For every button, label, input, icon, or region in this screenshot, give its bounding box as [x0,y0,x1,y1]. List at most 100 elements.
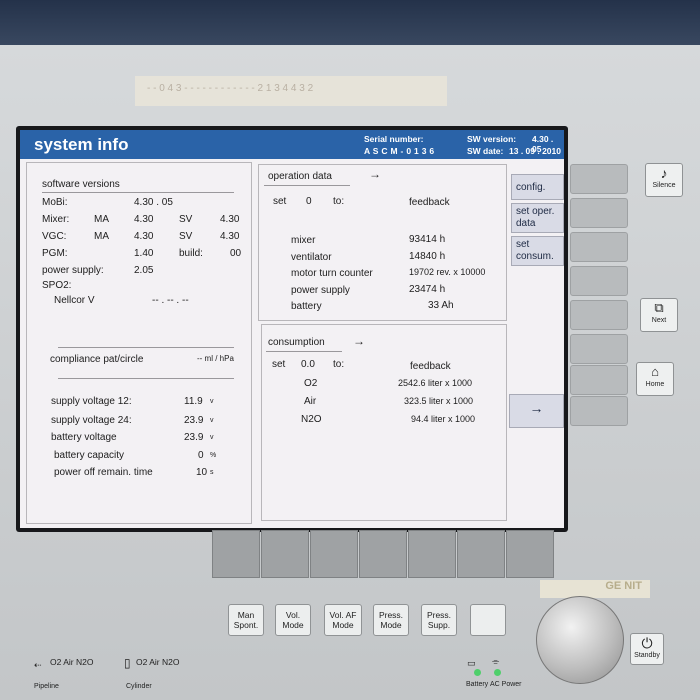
op-ventilator-value: 14840 h [409,251,446,262]
side-key-2[interactable] [570,198,628,228]
config-button[interactable]: config. [511,174,564,200]
man-spont-line1: Man [237,610,255,620]
supply-voltage-24-unit: v [210,417,214,424]
press-supp-line1: Press. [426,610,452,620]
man-spont-line2: Spont. [233,620,259,630]
power-supply-label: power supply: [42,265,104,276]
battery-icon: ▭ [467,658,476,668]
ac-power-led [494,669,501,676]
press-mode-line1: Press. [378,610,404,620]
set-consum-line2: consum. [516,251,554,262]
side-key-5[interactable] [570,300,628,330]
supply-voltage-12-unit: v [210,398,214,405]
plug-icon: ⌯ [492,656,500,666]
pipeline-gases: O2 Air N2O [50,657,94,667]
battery-capacity-value: 0 [198,450,204,461]
serial-number-label: Serial number: [364,134,424,144]
sw-date-value: 13 . 09 . 2010 [509,146,561,156]
compliance-value: -- ml / hPa [197,354,234,363]
page-title: system info [34,135,129,154]
nellcor-value: -- . -- . -- [152,295,189,306]
set-oper-data-button[interactable]: set oper. data [511,203,564,233]
mixer-ma-label: MA [94,214,109,225]
operation-arrow-icon[interactable]: → [369,167,381,181]
battery-capacity-unit: % [210,452,217,459]
serial-number-value: A S C M - 0 1 3 6 [364,146,435,156]
compliance-label: compliance pat/circle [50,354,144,365]
bottom-soft-key-5[interactable] [408,530,456,578]
divider [266,351,342,352]
pipeline-label: Pipeline [34,683,59,690]
n2o-value: 94.4 liter x 1000 [411,414,476,424]
silence-button[interactable]: ♪ Silence [645,163,683,197]
home-label: Home [645,381,665,388]
o2-value: 2542.6 liter x 1000 [398,378,473,388]
next-button[interactable]: ⧉ Next [640,298,678,332]
divider [264,185,350,186]
build-value: 00 [230,248,242,259]
set-consum-button[interactable]: set consum. [511,236,564,266]
op-motor-label: motor turn counter [291,268,373,279]
side-key-3[interactable] [570,232,628,262]
consumption-arrow-icon[interactable]: → [353,334,365,348]
bottom-soft-key-2[interactable] [261,530,309,578]
build-label: build: [179,248,203,259]
home-button[interactable]: ⌂ Home [636,362,674,396]
bottom-soft-key-7[interactable] [506,530,554,578]
vol-af-mode-line2: Mode [332,620,354,630]
side-key-1[interactable] [570,164,628,194]
bell-icon: ♪ [660,165,668,181]
consumption-set-label: set [272,359,286,370]
supply-voltage-24-value: 23.9 [184,415,204,426]
display-screen: system info Serial number: A S C M - 0 1… [20,130,564,528]
supply-voltage-24-label: supply voltage 24: [51,415,132,426]
device-top-edge [0,0,700,50]
set-oper-data-line1: set oper. [516,206,555,217]
bottom-soft-key-3[interactable] [310,530,358,578]
bottom-soft-key-1[interactable] [212,530,260,578]
man-spont-button[interactable]: Man Spont. [228,604,264,636]
side-key-4[interactable] [570,266,628,296]
next-label: Next [651,317,667,324]
pgm-value: 1.40 [134,248,154,259]
press-supp-button[interactable]: Press. Supp. [421,604,457,636]
bottom-soft-key-6[interactable] [457,530,505,578]
blank-mode-button[interactable] [470,604,506,636]
supply-voltage-12-value: 11.9 [184,396,203,407]
side-key-6[interactable] [570,334,628,364]
vgc-ma-value: 4.30 [134,231,154,242]
power-off-remain-label: power off remain. time [54,467,153,478]
operation-data-title: operation data [268,171,332,182]
side-key-8[interactable] [570,396,628,426]
power-off-remain-value: 10 [196,467,208,478]
operation-set-label: set [273,196,287,207]
consumption-feedback-label: feedback [410,361,451,372]
vgc-sv-label: SV [179,231,193,242]
battery-led [474,669,481,676]
battery-voltage-value: 23.9 [184,432,204,443]
vol-af-mode-button[interactable]: Vol. AF Mode [324,604,362,636]
vgc-ma-label: MA [94,231,109,242]
operation-set-value[interactable]: 0 [306,196,312,207]
press-mode-button[interactable]: Press. Mode [373,604,409,636]
home-icon: ⌂ [651,364,659,379]
supply-voltage-12-label: supply voltage 12: [51,396,132,407]
op-ventilator-label: ventilator [291,252,332,263]
vol-mode-button[interactable]: Vol. Mode [275,604,311,636]
consumption-title: consumption [268,337,325,348]
sw-date-label: SW date: [467,146,504,156]
enter-arrow-button[interactable]: → [509,394,564,428]
standby-button[interactable]: ⏻ Standby [630,633,664,665]
power-icon: ⏻ [641,635,653,651]
op-motor-value: 19702 rev. x 10000 [409,267,486,277]
side-key-7[interactable] [570,365,628,395]
cylinder-icon: ▯ [124,656,131,670]
sticker: GE NIT [540,580,650,598]
rotary-knob[interactable] [536,596,624,684]
bottom-soft-key-4[interactable] [359,530,407,578]
mixer-sv-value: 4.30 [220,214,240,225]
consumption-set-value[interactable]: 0.0 [301,359,315,370]
o2-label: O2 [304,378,318,389]
op-power-supply-value: 23474 h [409,284,446,295]
software-versions-heading: software versions [42,179,120,190]
